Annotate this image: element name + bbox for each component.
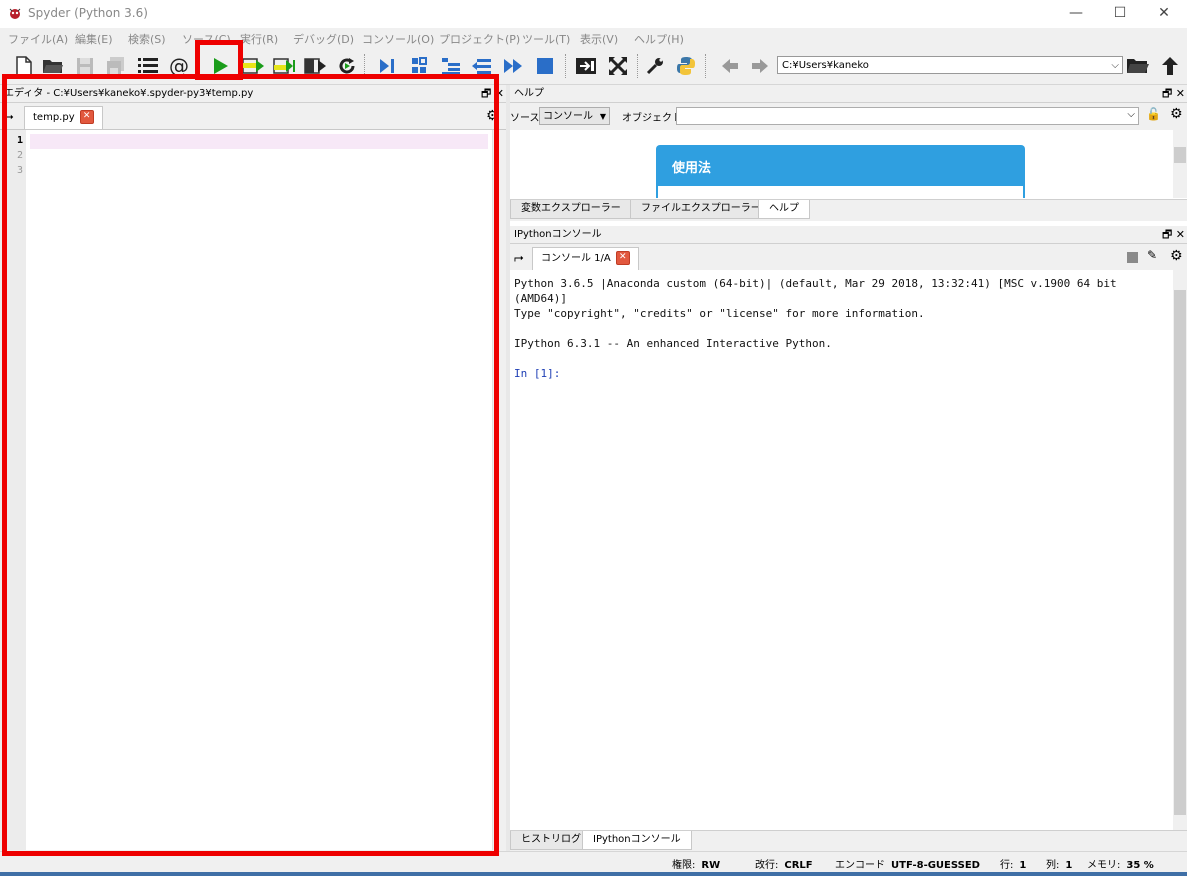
status-value: 1	[1019, 860, 1027, 871]
toolbar-separator	[565, 54, 567, 78]
tab-file-explorer[interactable]: ファイルエクスプローラー	[630, 200, 772, 219]
fullscreen-icon[interactable]	[606, 54, 630, 78]
working-directory-combobox[interactable]: C:¥Users¥kaneko ⌵	[777, 56, 1123, 74]
status-permissions: 権限: RW	[672, 856, 720, 871]
undock-icon[interactable]: 🗗	[1162, 228, 1172, 241]
console-line: Python 3.6.5 |Anaconda custom (64-bit)| …	[514, 277, 1117, 290]
status-column: 列: 1	[1046, 856, 1072, 871]
status-value: RW	[701, 860, 721, 871]
console-line: Type "copyright", "credits" or "license"…	[514, 307, 925, 320]
back-arrow-icon[interactable]	[718, 54, 742, 78]
working-directory-value: C:¥Users¥kaneko	[782, 60, 869, 71]
run-button-highlight-box	[195, 40, 243, 80]
status-label: 権限:	[672, 860, 696, 871]
menu-edit[interactable]: 編集(E)	[75, 31, 113, 47]
menu-tools[interactable]: ツール(T)	[522, 31, 570, 47]
menu-bar: ファイル(A) 編集(E) 検索(S) ソース(C) 実行(R) デバッグ(D)…	[0, 28, 1187, 48]
gear-icon[interactable]: ⚙	[1170, 106, 1183, 122]
lock-icon[interactable]: 🔓	[1146, 107, 1161, 121]
menu-run[interactable]: 実行(R)	[240, 31, 278, 47]
menu-help[interactable]: ヘルプ(H)	[634, 31, 684, 47]
window-title: Spyder (Python 3.6)	[28, 6, 148, 20]
continue-icon[interactable]	[501, 54, 525, 78]
help-scrollbar[interactable]	[1173, 130, 1187, 198]
object-combobox[interactable]: ⌵	[676, 107, 1139, 125]
help-toolbar: ソース コンソール ▼ オブジェクト ⌵ 🔓 ⚙	[510, 103, 1187, 131]
tab-label: コンソール 1/A	[541, 253, 611, 264]
editor-highlight-box	[2, 74, 499, 856]
menu-file[interactable]: ファイル(A)	[8, 31, 68, 47]
browse-tabs-icon[interactable]: ⮣	[514, 250, 524, 265]
ipython-console-output[interactable]: Python 3.6.5 |Anaconda custom (64-bit)| …	[510, 270, 1173, 830]
tab-help[interactable]: ヘルプ	[758, 200, 810, 219]
status-label: エンコード	[835, 860, 885, 871]
forward-arrow-icon[interactable]	[748, 54, 772, 78]
gear-icon[interactable]: ⚙	[1170, 248, 1183, 264]
tab-console-1a[interactable]: コンソール 1/A ✕	[532, 247, 639, 270]
status-eol: 改行: CRLF	[755, 856, 813, 871]
object-label: オブジェクト	[622, 113, 682, 124]
status-value: UTF-8-GUESSED	[891, 860, 980, 871]
menu-view[interactable]: 表示(V)	[580, 31, 618, 47]
source-select-value: コンソール	[543, 111, 593, 122]
taskbar-strip	[0, 872, 1187, 876]
ipython-prompt: In [1]:	[514, 367, 561, 380]
status-label: 列:	[1046, 860, 1060, 871]
status-label: 行:	[1000, 860, 1014, 871]
toolbar-separator	[637, 54, 639, 78]
source-label: ソース	[510, 113, 540, 124]
usage-title: 使用法	[672, 161, 712, 176]
stop-debug-icon[interactable]	[533, 54, 557, 78]
stop-kernel-icon[interactable]	[1127, 252, 1138, 263]
menu-debug[interactable]: デバッグ(D)	[293, 31, 354, 47]
browse-folder-icon[interactable]	[1126, 54, 1150, 78]
close-tab-icon[interactable]: ✕	[615, 251, 630, 265]
status-label: 改行:	[755, 860, 779, 871]
scroll-thumb[interactable]	[1174, 290, 1186, 815]
status-value: 35 %	[1126, 860, 1154, 871]
tab-ipython-console[interactable]: IPythonコンソール	[582, 831, 692, 850]
help-pane-title: ヘルプ	[514, 88, 544, 99]
menu-projects[interactable]: プロジェクト(P)	[439, 31, 520, 47]
status-value: 1	[1065, 860, 1073, 871]
maximize-pane-icon[interactable]	[574, 54, 598, 78]
parent-directory-icon[interactable]	[1158, 54, 1182, 78]
close-pane-icon[interactable]: ✕	[1176, 228, 1185, 241]
help-bottom-tabs: 変数エクスプローラー ファイルエクスプローラー ヘルプ	[510, 199, 1187, 221]
tab-history-log[interactable]: ヒストリログ	[510, 831, 592, 850]
console-bottom-tabs: ヒストリログ IPythonコンソール	[510, 830, 1187, 852]
close-pane-icon[interactable]: ✕	[1176, 87, 1185, 100]
status-memory: メモリ: 35 %	[1087, 856, 1154, 871]
console-pane-title: IPythonコンソール	[514, 229, 602, 240]
status-line: 行: 1	[1000, 856, 1026, 871]
console-line: IPython 6.3.1 -- An enhanced Interactive…	[514, 337, 832, 350]
toolbar-separator	[705, 54, 707, 78]
help-pane-header: ヘルプ 🗗 ✕	[510, 85, 1187, 103]
scroll-thumb[interactable]	[1174, 147, 1186, 163]
close-window-button[interactable]: ✕	[1141, 0, 1187, 27]
menu-console[interactable]: コンソール(O)	[362, 31, 434, 47]
status-value: CRLF	[784, 860, 813, 871]
console-tab-bar: ⮣ コンソール 1/A ✕ ✎ ⚙	[510, 244, 1187, 271]
status-label: メモリ:	[1087, 860, 1121, 871]
tab-variable-explorer[interactable]: 変数エクスプローラー	[510, 200, 632, 219]
chevron-down-icon: ▼	[599, 112, 606, 121]
preferences-wrench-icon[interactable]	[643, 54, 667, 78]
eraser-icon[interactable]: ✎	[1147, 248, 1157, 262]
maximize-button[interactable]: ☐	[1097, 0, 1143, 27]
chevron-down-icon[interactable]: ⌵	[1111, 57, 1119, 75]
python-path-icon[interactable]	[674, 54, 698, 78]
usage-body	[658, 186, 1023, 198]
chevron-down-icon: ⌵	[1127, 109, 1135, 120]
status-encoding: エンコード UTF-8-GUESSED	[835, 856, 980, 871]
title-bar: Spyder (Python 3.6) — ☐ ✕	[0, 0, 1187, 27]
console-line: (AMD64)]	[514, 292, 567, 305]
minimize-button[interactable]: —	[1053, 0, 1099, 27]
spyder-logo-icon	[9, 8, 21, 19]
console-pane-header: IPythonコンソール 🗗 ✕	[510, 226, 1187, 244]
menu-search[interactable]: 検索(S)	[128, 31, 166, 47]
undock-icon[interactable]: 🗗	[1162, 87, 1172, 100]
source-select[interactable]: コンソール ▼	[539, 107, 610, 125]
